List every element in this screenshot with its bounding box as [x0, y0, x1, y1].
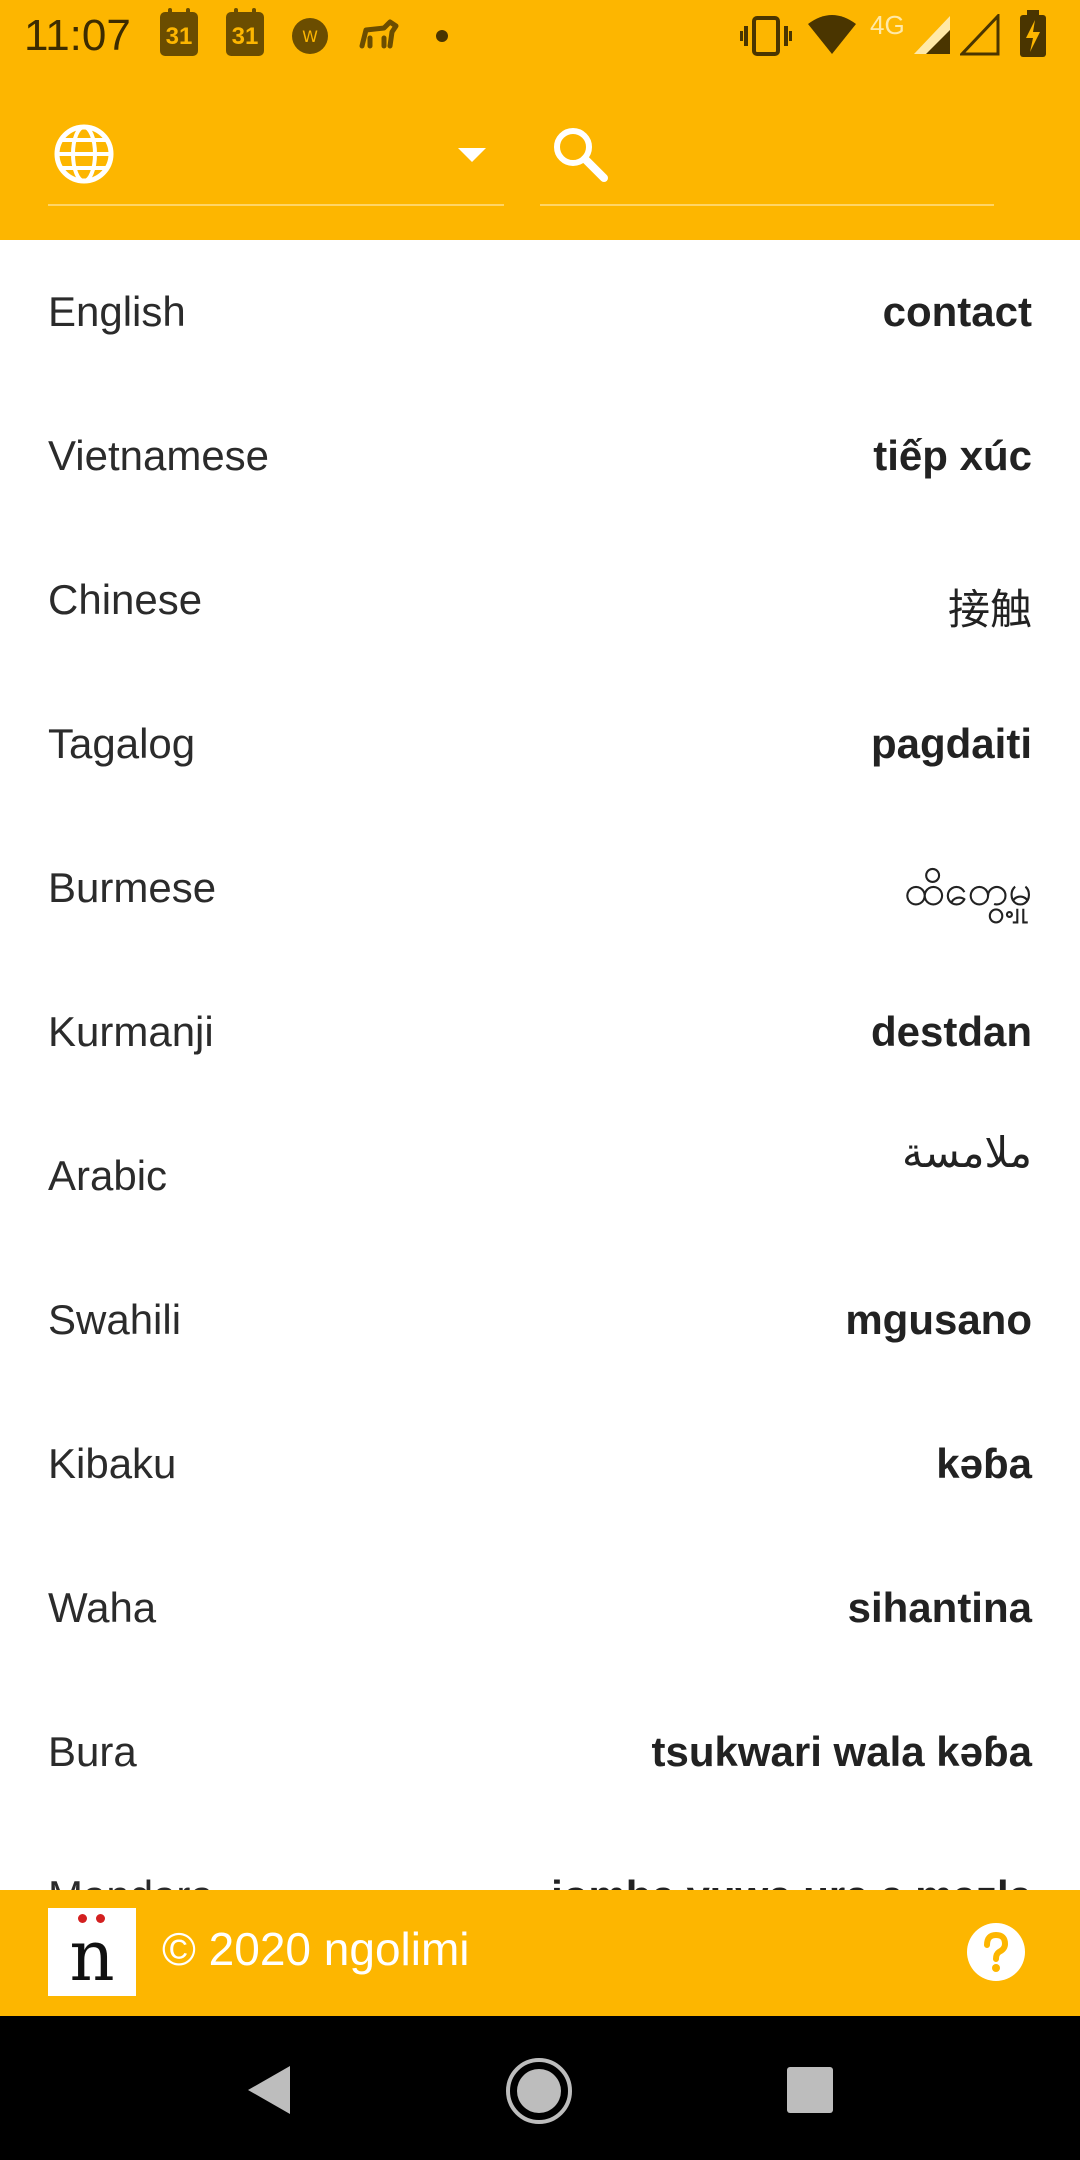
translation-word: 接触 [947, 586, 1032, 633]
language-name: Waha [48, 1584, 157, 1631]
calendar-icon: 31 [226, 8, 264, 56]
calendar-icon: 31 [160, 8, 198, 56]
translation-word: tsukwari wala kəɓa [651, 1728, 1032, 1775]
network-type: 4G [870, 10, 905, 40]
copyright-text: © 2020 ngolimi [162, 1923, 470, 1975]
list-item[interactable]: Bura tsukwari wala kəɓa [0, 1680, 1080, 1824]
translation-word: kəɓa [936, 1440, 1032, 1487]
language-name: Burmese [48, 864, 217, 911]
list-item[interactable]: English contact [0, 240, 1080, 384]
wifi-icon [808, 15, 856, 54]
dot-icon [436, 30, 448, 42]
calendar-day: 31 [165, 23, 193, 50]
translation-list: English contact Vietnamese tiếp xúc Chin… [0, 240, 1080, 1890]
search-box [540, 112, 994, 206]
signal-icon [960, 14, 1000, 56]
recents-icon[interactable] [780, 2060, 840, 2120]
translation-word: ထိတွေ့မှု [903, 867, 1032, 914]
translation-word: destdan [870, 1008, 1032, 1055]
list-item[interactable]: Swahili mgusano [0, 1248, 1080, 1392]
list-item[interactable]: Vietnamese tiếp xúc [0, 384, 1080, 528]
language-name: Mandara [48, 1872, 214, 1890]
list-item[interactable]: Arabic ملامسة [0, 1104, 1080, 1248]
language-select[interactable] [48, 112, 504, 206]
status-time: 11:07 [24, 11, 131, 60]
list-item[interactable]: Tagalog pagdaiti [0, 672, 1080, 816]
search-input[interactable] [630, 122, 984, 188]
translation-word: contact [882, 288, 1032, 335]
language-name: Swahili [48, 1296, 182, 1343]
svg-text:W: W [302, 27, 318, 46]
language-name: Tagalog [48, 720, 196, 767]
app-icon: W [292, 18, 328, 54]
language-name: Vietnamese [48, 432, 270, 479]
language-name: Chinese [48, 576, 203, 623]
app-toolbar [0, 72, 1080, 240]
battery-charging-icon [1020, 10, 1046, 57]
language-name: English [48, 288, 186, 335]
translation-word: tiếp xúc [873, 432, 1032, 479]
animal-icon [359, 19, 399, 49]
calendar-day: 31 [231, 23, 259, 50]
footer: n © 2020 ngolimi [0, 1890, 1080, 2016]
dropdown-caret-icon [458, 148, 486, 162]
status-bar: 11:07 31 31 W 4G [0, 0, 1080, 72]
home-icon[interactable] [504, 2056, 574, 2126]
translation-word: iomba yuwa ura a mazla [551, 1872, 1032, 1890]
language-name: Kurmanji [48, 1008, 214, 1055]
language-name: Bura [48, 1728, 137, 1775]
navigation-bar [0, 2016, 1080, 2160]
translation-word: ملامسة [901, 1129, 1032, 1176]
screen: 11:07 31 31 W 4G English contact Vietnam… [0, 0, 1080, 2160]
app-logo: n [48, 1908, 136, 1996]
signal-icon [914, 16, 950, 54]
globe-icon [54, 124, 114, 184]
logo-letter: n [69, 1915, 115, 1997]
list-item[interactable]: Kurmanji destdan [0, 960, 1080, 1104]
language-name: Arabic [48, 1152, 168, 1199]
list-item[interactable]: Burmese ထိတွေ့မှု [0, 816, 1080, 960]
language-name: Kibaku [48, 1440, 177, 1487]
back-icon[interactable] [240, 2060, 300, 2120]
translation-word: sihantina [847, 1584, 1032, 1631]
search-icon [554, 128, 608, 182]
list-item[interactable]: Chinese 接触 [0, 528, 1080, 672]
translation-word: pagdaiti [870, 720, 1032, 767]
help-icon[interactable] [966, 1922, 1026, 1982]
vibrate-icon [740, 16, 792, 56]
list-item[interactable]: Waha sihantina [0, 1536, 1080, 1680]
list-item[interactable]: Kibaku kəɓa [0, 1392, 1080, 1536]
list-item[interactable]: Mandara iomba yuwa ura a mazla [0, 1824, 1080, 1890]
translation-word: mgusano [845, 1296, 1032, 1343]
